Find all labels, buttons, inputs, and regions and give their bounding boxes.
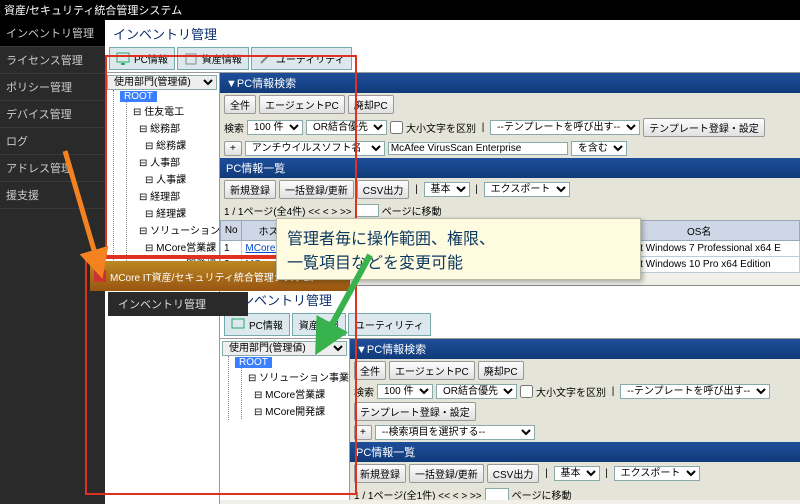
tree-root-2[interactable]: ROOT	[235, 357, 272, 368]
monitor-icon	[116, 52, 130, 66]
template-select[interactable]: --テンプレートを呼び出す--	[490, 120, 640, 135]
nav-policy[interactable]: ポリシー管理	[0, 74, 105, 101]
mode-select[interactable]: OR結合優先	[306, 120, 387, 135]
package-icon	[184, 52, 198, 66]
page-input[interactable]	[355, 204, 379, 217]
tree-node[interactable]: ⊟ 経理部	[133, 187, 217, 204]
soft-input[interactable]	[388, 142, 568, 155]
tree-node[interactable]: ⊟ 経理課	[133, 204, 217, 221]
col-header[interactable]: No	[221, 221, 242, 241]
bulk-btn[interactable]: 一括登録/更新	[279, 180, 354, 199]
mode-select-2[interactable]: OR結合優先	[436, 384, 517, 399]
mini-nav-inventory[interactable]: インベントリ管理	[108, 292, 248, 316]
subtab-pc-2[interactable]: PC情報	[224, 313, 290, 336]
tree-root[interactable]: ROOT	[120, 91, 157, 102]
new-btn[interactable]: 新規登録	[224, 180, 276, 199]
nav-inventory[interactable]: インベントリ管理	[0, 20, 105, 47]
tree-node[interactable]: ⊟ MCore開発課	[248, 402, 347, 419]
bulk-btn-2[interactable]: 一括登録/更新	[409, 464, 484, 483]
green-arrow-icon	[310, 250, 380, 360]
tree-node[interactable]: ⊟ MCore営業課	[133, 238, 217, 255]
tree-node[interactable]: ⊟ 総務課	[133, 136, 217, 153]
case-label: 大小文字を区別	[406, 120, 476, 135]
tree-scope-select[interactable]: 使用部門(管理値)	[107, 75, 217, 90]
subtab-asset[interactable]: 資産情報	[177, 47, 249, 70]
wrench-icon	[258, 52, 272, 66]
subtab-util[interactable]: ユーティリティ	[251, 47, 352, 70]
list-panel-title: PC情報一覧	[220, 158, 800, 178]
count-select[interactable]: 100 件	[247, 120, 303, 135]
keyword-label-2: 検索	[354, 384, 374, 399]
search-title-2: ▼PC情報検索	[350, 339, 800, 359]
field-select-2[interactable]: --検索項目を選択する--	[375, 425, 535, 440]
tree-node[interactable]: ⊟ ソリューション事業部	[248, 368, 347, 385]
second-admin-pane: インベントリ管理 PC情報 資産情報 ユーティリティ 使用部門(管理値) ROO…	[220, 285, 800, 500]
list-title-2: PC情報一覧	[350, 442, 800, 462]
pager: 1 / 1ページ(全4件) << < > >>	[224, 203, 352, 218]
filter-discard[interactable]: 廃却PC	[348, 95, 394, 114]
page-jump-2: ページに移動	[512, 487, 572, 500]
monitor-icon	[231, 318, 245, 332]
new-btn-2[interactable]: 新規登録	[354, 464, 406, 483]
tree-node[interactable]: ⊟ 人事部	[133, 153, 217, 170]
export-select[interactable]: エクスポート	[484, 182, 570, 197]
field-select[interactable]: アンチウイルスソフト名	[245, 141, 385, 156]
subtab-pc[interactable]: PC情報	[109, 47, 175, 70]
template-btn-2[interactable]: テンプレート登録・設定	[354, 402, 476, 421]
count-select-2[interactable]: 100 件	[377, 384, 433, 399]
org-tree-2: 使用部門(管理値) ROOT ⊟ ソリューション事業部⊟ MCore営業課⊟ M…	[220, 339, 350, 500]
case-label-2: 大小文字を区別	[536, 384, 606, 399]
nav-license[interactable]: ライセンス管理	[0, 47, 105, 74]
export-select-2[interactable]: エクスポート	[614, 466, 700, 481]
module-heading: インベントリ管理	[105, 20, 800, 45]
tree-node[interactable]: ⊟ 総務部	[133, 119, 217, 136]
template-select-2[interactable]: --テンプレートを呼び出す--	[620, 384, 770, 399]
filter-agent-2[interactable]: エージェントPC	[389, 361, 475, 380]
tree-node[interactable]: ⊟ MCore営業課	[248, 385, 347, 402]
filter-all[interactable]: 全件	[224, 95, 256, 114]
csv-btn-2[interactable]: CSV出力	[487, 464, 540, 483]
basic-select-2[interactable]: 基本	[554, 466, 600, 481]
window-title: 資産/セキュリティ統合管理システム	[0, 0, 800, 20]
keyword-label: 検索	[224, 120, 244, 135]
plus-btn[interactable]: +	[224, 141, 242, 156]
include-select[interactable]: を含む	[571, 141, 627, 156]
csv-btn[interactable]: CSV出力	[357, 180, 410, 199]
filter-all-2[interactable]: 全件	[354, 361, 386, 380]
orange-arrow-icon	[55, 146, 115, 286]
pager-2: 1 / 1ページ(全1件) << < > >>	[354, 487, 482, 500]
template-btn[interactable]: テンプレート登録・設定	[643, 118, 765, 137]
tree-node[interactable]: ⊟ ソリューション事業部	[133, 221, 217, 238]
plus-btn-2[interactable]: +	[354, 425, 372, 440]
page-jump-label: ページに移動	[382, 203, 442, 218]
case-checkbox[interactable]	[390, 121, 403, 134]
search-panel-title: ▼PC情報検索	[220, 73, 800, 93]
tree-node[interactable]: ⊟ 人事課	[133, 170, 217, 187]
nav-device[interactable]: デバイス管理	[0, 101, 105, 128]
basic-select[interactable]: 基本	[424, 182, 470, 197]
module-subtabs: PC情報 資産情報 ユーティリティ	[105, 45, 800, 73]
page-input-2[interactable]	[485, 488, 509, 500]
tree-node[interactable]: ⊟ 住友電工	[133, 102, 217, 119]
filter-agent[interactable]: エージェントPC	[259, 95, 345, 114]
case-checkbox-2[interactable]	[520, 385, 533, 398]
filter-discard-2[interactable]: 廃却PC	[478, 361, 524, 380]
